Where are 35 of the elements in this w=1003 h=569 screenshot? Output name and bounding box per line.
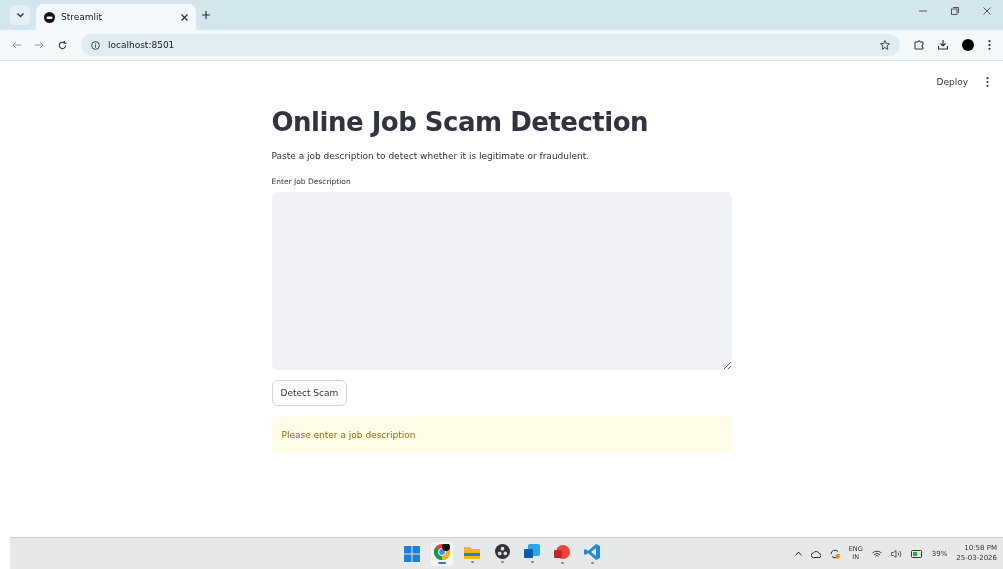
download-icon[interactable] xyxy=(938,40,948,50)
chevron-up-icon[interactable] xyxy=(794,551,802,556)
tab-list-button[interactable] xyxy=(10,5,30,25)
chevron-down-icon xyxy=(16,12,24,18)
close-icon[interactable] xyxy=(181,13,188,21)
folder-icon xyxy=(464,544,481,559)
restore-icon[interactable] xyxy=(951,7,959,15)
job-description-field[interactable] xyxy=(271,192,732,370)
url-text: localhost:8501 xyxy=(108,40,176,50)
detect-scam-button[interactable]: Detect Scam xyxy=(271,380,348,406)
taskbar-app[interactable] xyxy=(431,541,454,566)
profile-avatar-icon[interactable] xyxy=(962,39,974,51)
speaker-icon[interactable] xyxy=(890,549,902,558)
battery-icon[interactable] xyxy=(910,549,923,558)
info-icon xyxy=(91,40,100,50)
cloud-icon[interactable] xyxy=(810,549,821,558)
star-icon[interactable] xyxy=(880,40,890,50)
menu-icon[interactable] xyxy=(988,40,991,50)
wifi-icon[interactable] xyxy=(871,549,882,558)
menu-icon[interactable] xyxy=(986,77,989,87)
address-bar[interactable]: localhost:8501 xyxy=(81,34,900,56)
start-icon xyxy=(404,545,421,562)
page-title: Online Job Scam Detection xyxy=(271,107,650,137)
warning-alert: Please enter a job description xyxy=(271,416,732,453)
new-tab-icon[interactable] xyxy=(202,11,210,19)
puzzle-icon[interactable] xyxy=(914,40,924,50)
tab-title: Streamlit xyxy=(61,12,104,22)
back-icon[interactable] xyxy=(12,41,21,49)
browser-tab[interactable]: Streamlit xyxy=(36,4,196,30)
reload-icon[interactable] xyxy=(58,40,67,50)
deploy-button[interactable]: Deploy xyxy=(932,75,972,89)
forward-icon[interactable] xyxy=(35,41,44,49)
sync-icon[interactable] xyxy=(829,548,840,559)
page-description: Paste a job description to detect whether it is legitimate or fraudulent. xyxy=(271,151,591,161)
close-icon[interactable] xyxy=(983,7,991,15)
